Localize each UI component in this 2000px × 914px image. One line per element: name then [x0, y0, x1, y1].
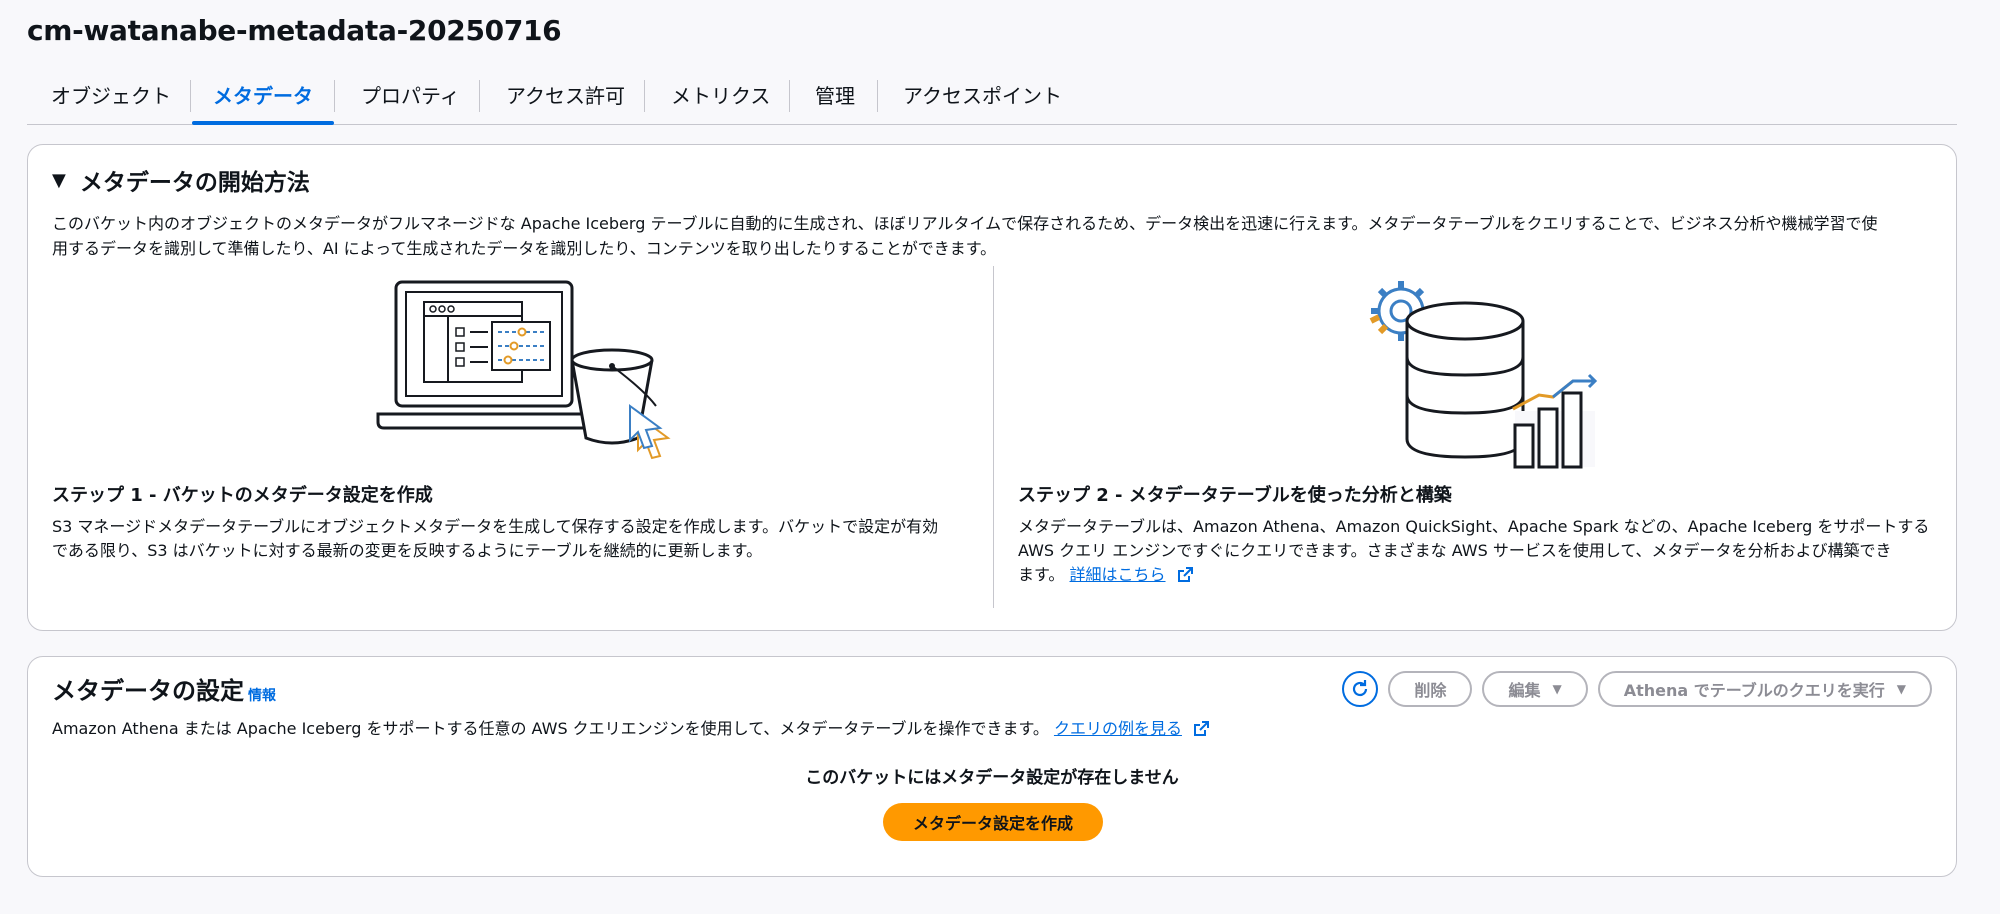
step2-body-text: ます。 — [1018, 565, 1065, 584]
tab-objects[interactable]: オブジェクト — [51, 76, 171, 124]
tab-access-points[interactable]: アクセスポイント — [903, 76, 1062, 124]
step1-body-line: S3 マネージドメタデータテーブルにオブジェクトメタデータを生成して保存する設定… — [52, 517, 939, 536]
tab-metadata[interactable]: メタデータ — [192, 76, 334, 125]
step2-body-line: AWS クエリ エンジンですぐにクエリできます。さまざまな AWS サービスを使… — [1018, 541, 1892, 560]
tab-divider — [479, 80, 480, 112]
edit-button[interactable]: 編集 ▼ — [1482, 671, 1588, 707]
column-divider — [993, 266, 994, 608]
page-title: cm-watanabe-metadata-20250716 — [27, 14, 562, 47]
info-link[interactable]: 情報 — [248, 685, 276, 705]
external-link-icon[interactable] — [1177, 567, 1193, 583]
step2-body: メタデータテーブルは、Amazon Athena、Amazon QuickSig… — [1018, 515, 1943, 587]
tab-management[interactable]: 管理 — [815, 76, 855, 124]
getting-started-header[interactable]: ▼ メタデータの開始方法 — [52, 163, 310, 197]
description-line: このバケット内のオブジェクトのメタデータがフルマネージドな Apache Ice… — [52, 214, 1878, 233]
getting-started-panel: ▼ メタデータの開始方法 このバケット内のオブジェクトのメタデータがフルマネージ… — [27, 144, 1957, 631]
getting-started-heading: メタデータの開始方法 — [79, 170, 310, 196]
tab-divider — [644, 80, 645, 112]
delete-button[interactable]: 削除 — [1388, 671, 1473, 707]
empty-state-message: このバケットにはメタデータ設定が存在しません — [805, 768, 1179, 788]
caret-down-icon: ▼ — [1552, 682, 1562, 696]
step1-body-line: である限り、S3 はバケットに対する最新の変更を反映するようにテーブルを継続的に… — [52, 541, 763, 560]
database-chart-illustration — [1369, 281, 1598, 469]
external-link-icon[interactable] — [1193, 721, 1210, 737]
action-buttons: 削除 編集 ▼ Athena でテーブルのクエリを実行 ▼ — [1342, 671, 1932, 707]
tab-divider — [334, 80, 335, 112]
create-metadata-config-button[interactable]: メタデータ設定を作成 — [883, 803, 1103, 841]
tab-divider — [190, 80, 191, 112]
metadata-config-panel: メタデータの設定 情報 Amazon Athena または Apache Ice… — [27, 656, 1957, 877]
delete-label: 削除 — [1414, 681, 1447, 700]
query-example-link[interactable]: クエリの例を見る — [1054, 719, 1182, 738]
tab-properties[interactable]: プロパティ — [361, 76, 460, 124]
step1-body: S3 マネージドメタデータテーブルにオブジェクトメタデータを生成して保存する設定… — [52, 515, 977, 563]
metadata-config-title: メタデータの設定 — [52, 677, 244, 705]
refresh-icon — [1353, 680, 1368, 697]
tab-bar: オブジェクト メタデータ プロパティ アクセス許可 メトリクス 管理 アクセスポ… — [27, 76, 1957, 125]
caret-down-icon: ▼ — [1896, 682, 1906, 696]
athena-query-button[interactable]: Athena でテーブルのクエリを実行 ▼ — [1597, 671, 1932, 707]
learn-more-link[interactable]: 詳細はこちら — [1070, 565, 1166, 584]
step2-title: ステップ 2 - メタデータテーブルを使った分析と構築 — [1018, 485, 1452, 506]
getting-started-description: このバケット内のオブジェクトのメタデータがフルマネージドな Apache Ice… — [52, 211, 1962, 261]
laptop-bucket-illustration — [376, 280, 671, 460]
description-line: 用するデータを識別して準備したり、AI によって生成されたデータを識別したり、コ… — [52, 239, 997, 258]
tab-divider — [789, 80, 790, 112]
create-label: メタデータ設定を作成 — [912, 814, 1073, 833]
step1-title: ステップ 1 - バケットのメタデータ設定を作成 — [52, 485, 433, 506]
refresh-button[interactable] — [1342, 671, 1379, 707]
athena-label: Athena でテーブルのクエリを実行 — [1623, 681, 1885, 700]
step2-body-line: ます。 詳細はこちら — [1018, 563, 1943, 587]
tab-metrics[interactable]: メトリクス — [671, 76, 770, 124]
metadata-config-description: Amazon Athena または Apache Iceberg をサポートする… — [52, 715, 1210, 739]
description-text: Amazon Athena または Apache Iceberg をサポートする… — [52, 719, 1049, 738]
edit-label: 編集 — [1508, 681, 1541, 700]
tab-permissions[interactable]: アクセス許可 — [506, 76, 625, 124]
tab-divider — [877, 80, 878, 112]
caret-down-icon: ▼ — [52, 169, 66, 191]
step2-body-line: メタデータテーブルは、Amazon Athena、Amazon QuickSig… — [1018, 517, 1930, 536]
